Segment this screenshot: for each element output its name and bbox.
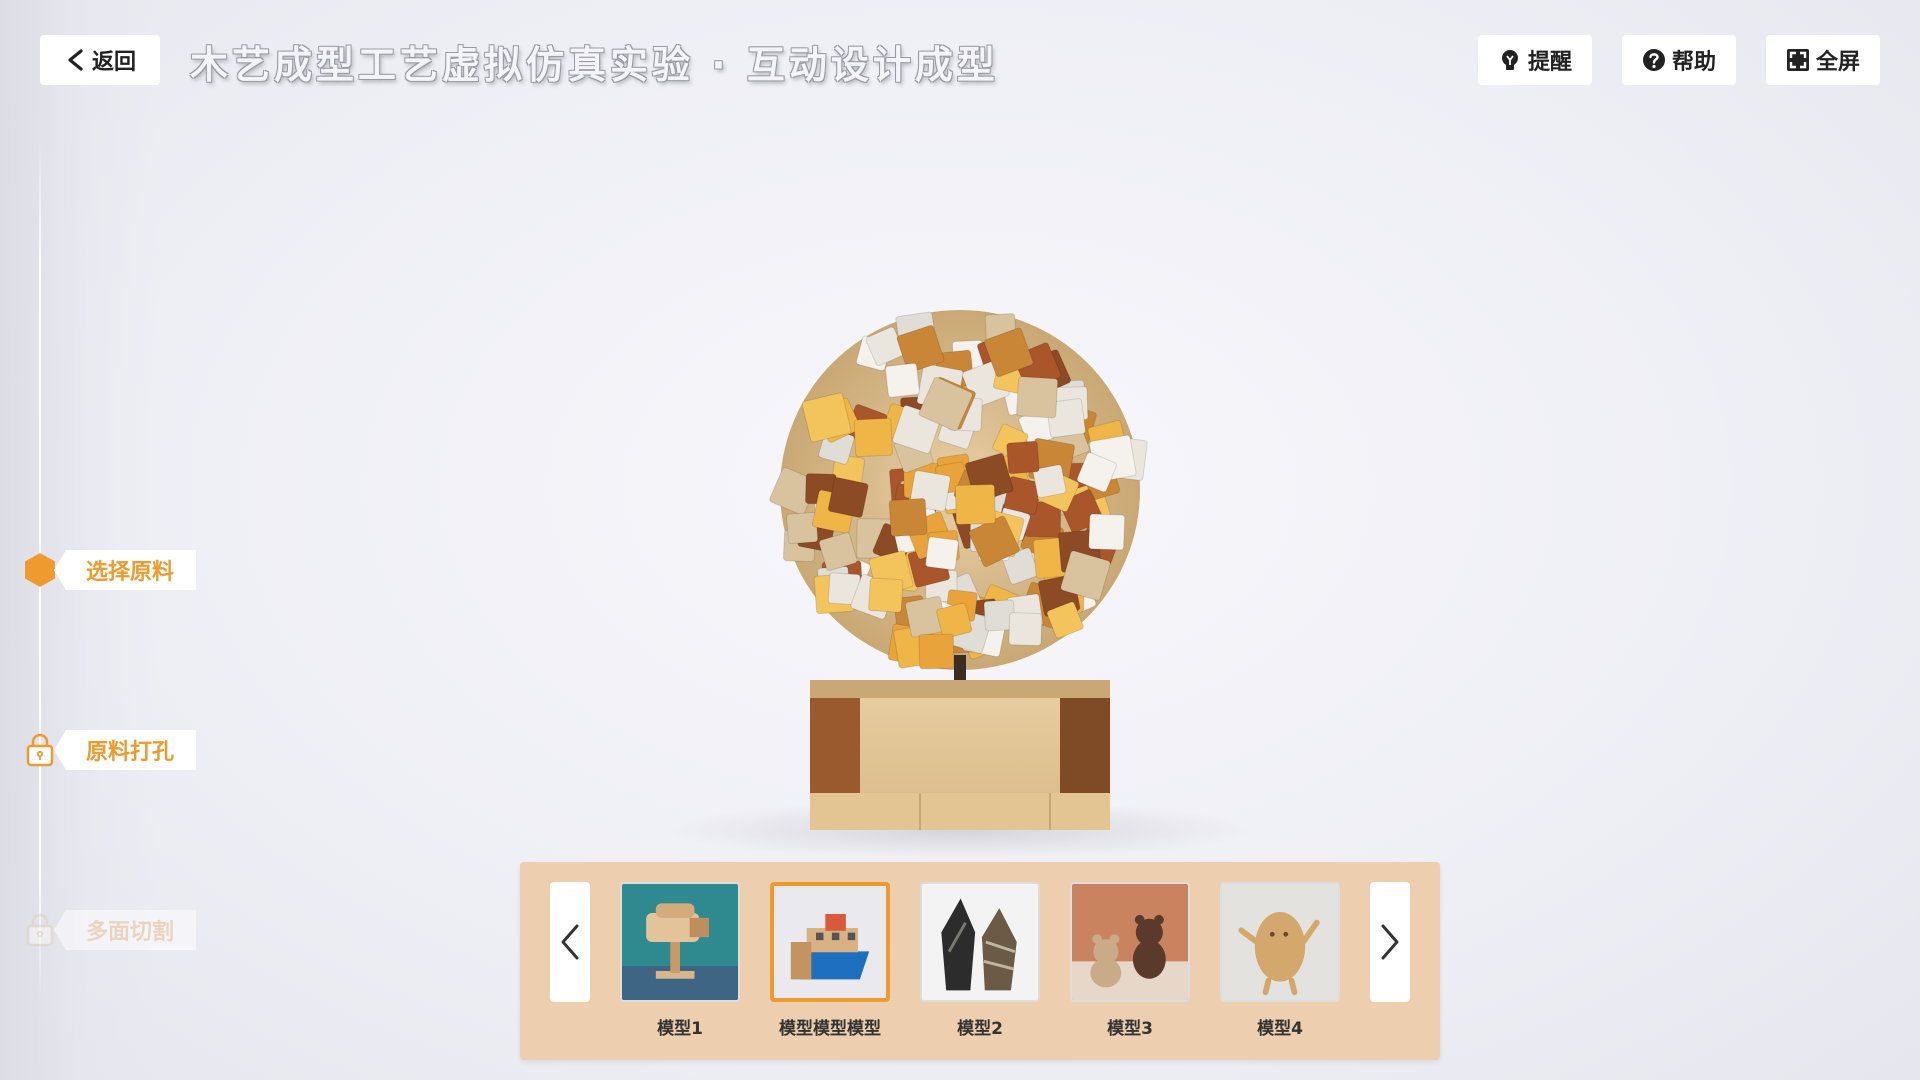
step-drill-material[interactable]: 原料打孔 [22, 730, 196, 770]
model-label: 模型3 [1107, 1019, 1153, 1039]
model-thumb-2[interactable]: 模型模型模型 [770, 882, 890, 1039]
model-label: 模型2 [957, 1019, 1003, 1039]
remind-button[interactable]: 提醒 [1477, 35, 1592, 85]
back-button-label: 返回 [91, 50, 136, 75]
chevron-left-icon [68, 49, 83, 71]
cube-block [925, 536, 959, 571]
step-label: 选择原料 [54, 550, 196, 590]
picker-next-button[interactable] [1370, 882, 1410, 1002]
model-thumb-3[interactable]: 模型2 [920, 882, 1040, 1039]
cube-block [868, 577, 904, 613]
model-image [920, 882, 1040, 1002]
model-thumb-1[interactable]: 模型1 [620, 882, 740, 1039]
model-label: 模型1 [657, 1019, 703, 1039]
model-thumb-5[interactable]: 模型4 [1220, 882, 1340, 1039]
lock-icon [22, 732, 58, 768]
step-select-material[interactable]: 选择原料 [22, 550, 196, 590]
cube-block [786, 511, 819, 545]
model-image [620, 882, 740, 1002]
cube-block [1088, 513, 1126, 551]
help-button[interactable]: 帮助 [1621, 35, 1736, 85]
cube-block [1016, 376, 1059, 419]
fullscreen-button[interactable]: 全屏 [1765, 35, 1880, 85]
fullscreen-icon [1786, 49, 1809, 71]
picker-prev-button[interactable] [550, 882, 590, 1002]
fullscreen-label: 全屏 [1815, 50, 1860, 75]
cube-block [853, 417, 893, 458]
help-icon [1642, 49, 1665, 71]
model-picker: 模型1 模型模型模型 模型2 模型3 模型4 [520, 862, 1440, 1060]
bulb-icon [1501, 50, 1518, 70]
remind-label: 提醒 [1527, 50, 1572, 75]
chevron-right-icon [1381, 924, 1399, 960]
cube-block [888, 497, 928, 537]
cube-block [1008, 612, 1043, 647]
back-button[interactable]: 返回 [40, 35, 160, 85]
wooden-cube-sculpture [769, 310, 1148, 830]
cube-block [954, 483, 996, 525]
step-label: 原料打孔 [54, 730, 196, 770]
model-thumb-4[interactable]: 模型3 [1070, 882, 1190, 1039]
hexagon-icon [22, 552, 58, 588]
lock-icon [22, 912, 58, 948]
cube-block [918, 633, 955, 670]
page-title: 木艺成型工艺虚拟仿真实验 · 互动设计成型 [190, 43, 999, 87]
model-label: 模型模型模型 [779, 1019, 881, 1039]
help-label: 帮助 [1671, 50, 1716, 75]
model-image [1070, 882, 1190, 1002]
model-label: 模型4 [1257, 1019, 1303, 1039]
cube-block [884, 362, 920, 398]
step-label: 多面切割 [54, 910, 196, 950]
cube-block [1006, 440, 1040, 475]
cube-block [801, 392, 852, 443]
model-image [770, 882, 890, 1002]
top-actions: 提醒 帮助 全屏 [1477, 35, 1880, 85]
model-image [1220, 882, 1340, 1002]
chevron-left-icon [561, 924, 579, 960]
step-multi-cut: 多面切割 [22, 910, 196, 950]
cube-block [827, 477, 869, 518]
